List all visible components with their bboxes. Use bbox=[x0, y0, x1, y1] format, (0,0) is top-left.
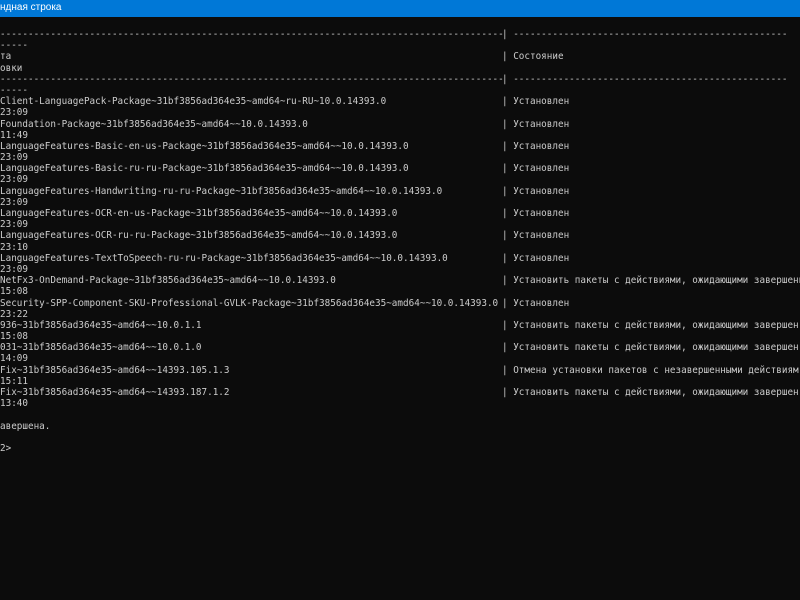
console-line: ----------------------------------------… bbox=[0, 74, 800, 85]
console-line-text: та bbox=[0, 51, 12, 63]
console-line: 23:09 bbox=[0, 174, 800, 185]
console-line: авершена. bbox=[0, 421, 800, 432]
console-line-text: 23:09 bbox=[0, 152, 28, 164]
console-line: 23:09 bbox=[0, 152, 800, 163]
console-line: Fix~31bf3856ad364e35~amd64~~14393.187.1.… bbox=[0, 387, 800, 398]
console-line: LanguageFeatures-Basic-ru-ru-Package~31b… bbox=[0, 163, 800, 174]
console-line: LanguageFeatures-Handwriting-ru-ru-Packa… bbox=[0, 186, 800, 197]
console-line-text: 23:09 bbox=[0, 219, 28, 231]
console-line: та | Состояние bbox=[0, 51, 800, 62]
console-line: LanguageFeatures-OCR-ru-ru-Package~31bf3… bbox=[0, 230, 800, 241]
title-bar[interactable]: ндная строка bbox=[0, 0, 800, 17]
console-line-status: | Установить пакеты с действиями, ожидаю… bbox=[502, 342, 799, 354]
console-line: Security-SPP-Component-SKU-Professional-… bbox=[0, 298, 800, 309]
console-line: овки bbox=[0, 63, 800, 74]
console-line-text: авершена. bbox=[0, 420, 51, 432]
console-line: ----------------------------------------… bbox=[0, 29, 800, 40]
console-line-text: LanguageFeatures-Handwriting-ru-ru-Packa… bbox=[0, 185, 443, 197]
console-line-status: | Установлен bbox=[502, 185, 570, 197]
console-line: LanguageFeatures-TextToSpeech-ru-ru-Pack… bbox=[0, 253, 800, 264]
console-line-status: | Установлен bbox=[502, 297, 570, 309]
console-line-text: ----------------------------------------… bbox=[0, 73, 504, 85]
console-line-text: 031~31bf3856ad364e35~amd64~~10.0.1.0 bbox=[0, 342, 202, 354]
console-line-text: 23:09 bbox=[0, 263, 28, 275]
console-line: Client-LanguagePack-Package~31bf3856ad36… bbox=[0, 96, 800, 107]
console-line-text: LanguageFeatures-OCR-ru-ru-Package~31bf3… bbox=[0, 230, 398, 242]
console-output[interactable]: ----------------------------------------… bbox=[0, 29, 800, 600]
console-line-text: Security-SPP-Component-SKU-Professional-… bbox=[0, 297, 499, 309]
window-title: ндная строка bbox=[0, 2, 62, 13]
console-line-text: 23:09 bbox=[0, 107, 28, 119]
console-line-status: | Установлен bbox=[502, 140, 570, 152]
console-line: 23:09 bbox=[0, 219, 800, 230]
console-line-status: | Установить пакеты с действиями, ожидаю… bbox=[502, 387, 799, 398]
console-line-status: | Установлен bbox=[502, 230, 570, 242]
console-line-status: | Установлен bbox=[502, 118, 570, 130]
console-line-status: | Установить пакеты с действиями, ожидаю… bbox=[502, 275, 800, 287]
console-line: 23:09 bbox=[0, 107, 800, 118]
console-line-status: | Установлен bbox=[502, 96, 570, 108]
console-line-text: 23:09 bbox=[0, 174, 28, 186]
console-line: 13:40 bbox=[0, 398, 800, 409]
console-line-status: | Установить пакеты с действиями, ожидаю… bbox=[502, 319, 799, 331]
console-line-text: LanguageFeatures-OCR-en-us-Package~31bf3… bbox=[0, 208, 398, 219]
console-line-text: Client-LanguagePack-Package~31bf3856ad36… bbox=[0, 96, 387, 108]
console-line-text: 14:09 bbox=[0, 353, 28, 365]
console-line: 936~31bf3856ad364e35~amd64~~10.0.1.1 | Ус… bbox=[0, 320, 800, 331]
console-line: 031~31bf3856ad364e35~amd64~~10.0.1.0 | Ус… bbox=[0, 342, 800, 353]
console-line: NetFx3-OnDemand-Package~31bf3856ad364e35… bbox=[0, 275, 800, 286]
console-line-status: | --------------------------------------… bbox=[502, 29, 788, 40]
console-line: Foundation-Package~31bf3856ad364e35~amd6… bbox=[0, 119, 800, 130]
console-line-status: | --------------------------------------… bbox=[502, 73, 788, 85]
console-line: 23:09 bbox=[0, 264, 800, 275]
console-line-text: 2> bbox=[0, 442, 12, 454]
console-line: 23:10 bbox=[0, 242, 800, 253]
console-window: ндная строка ---------------------------… bbox=[0, 0, 800, 600]
console-line: ----- bbox=[0, 85, 800, 96]
console-line-status: | Установлен bbox=[502, 208, 570, 219]
console-line-text: 15:11 bbox=[0, 375, 28, 387]
console-line-text: LanguageFeatures-TextToSpeech-ru-ru-Pack… bbox=[0, 252, 448, 264]
console-line-text: Foundation-Package~31bf3856ad364e35~amd6… bbox=[0, 118, 308, 130]
console-line-status: | Состояние bbox=[502, 51, 564, 63]
console-line: 11:49 bbox=[0, 130, 800, 141]
console-line: LanguageFeatures-Basic-en-us-Package~31b… bbox=[0, 141, 800, 152]
console-line-text: LanguageFeatures-Basic-en-us-Package~31b… bbox=[0, 140, 409, 152]
console-line-text: 23:09 bbox=[0, 196, 28, 208]
console-line: 15:11 bbox=[0, 376, 800, 387]
console-line-text: 15:08 bbox=[0, 331, 28, 343]
console-line: LanguageFeatures-OCR-en-us-Package~31bf3… bbox=[0, 208, 800, 219]
console-line-status: | Установлен bbox=[502, 252, 570, 264]
console-line: 15:08 bbox=[0, 286, 800, 297]
console-line-text: ----- bbox=[0, 84, 28, 96]
console-line-text: Fix~31bf3856ad364e35~amd64~~14393.187.1.… bbox=[0, 387, 230, 398]
console-line-text: 23:22 bbox=[0, 308, 28, 320]
console-line-text: ----------------------------------------… bbox=[0, 29, 504, 40]
console-line-text: 11:49 bbox=[0, 129, 28, 141]
console-line-text: 13:40 bbox=[0, 398, 28, 410]
console-line: ----- bbox=[0, 40, 800, 51]
console-line: 14:09 bbox=[0, 353, 800, 364]
console-line-text: 23:10 bbox=[0, 241, 28, 253]
console-line-status: | Отмена установки пакетов с незавершенн… bbox=[502, 364, 799, 376]
console-line-text: овки bbox=[0, 62, 23, 74]
console-line: 2> bbox=[0, 443, 800, 454]
console-line-status: | Установлен bbox=[502, 163, 570, 175]
console-line: 23:09 bbox=[0, 197, 800, 208]
console-line: Fix~31bf3856ad364e35~amd64~~14393.105.1.… bbox=[0, 365, 800, 376]
console-line: 23:22 bbox=[0, 309, 800, 320]
console-line-text: 936~31bf3856ad364e35~amd64~~10.0.1.1 bbox=[0, 319, 202, 331]
console-line-text: LanguageFeatures-Basic-ru-ru-Package~31b… bbox=[0, 163, 409, 175]
console-line-text: NetFx3-OnDemand-Package~31bf3856ad364e35… bbox=[0, 275, 336, 287]
console-line-text: 15:08 bbox=[0, 286, 28, 298]
console-line-text: ----- bbox=[0, 40, 28, 52]
console-line: 15:08 bbox=[0, 331, 800, 342]
console-line-text: Fix~31bf3856ad364e35~amd64~~14393.105.1.… bbox=[0, 364, 230, 376]
